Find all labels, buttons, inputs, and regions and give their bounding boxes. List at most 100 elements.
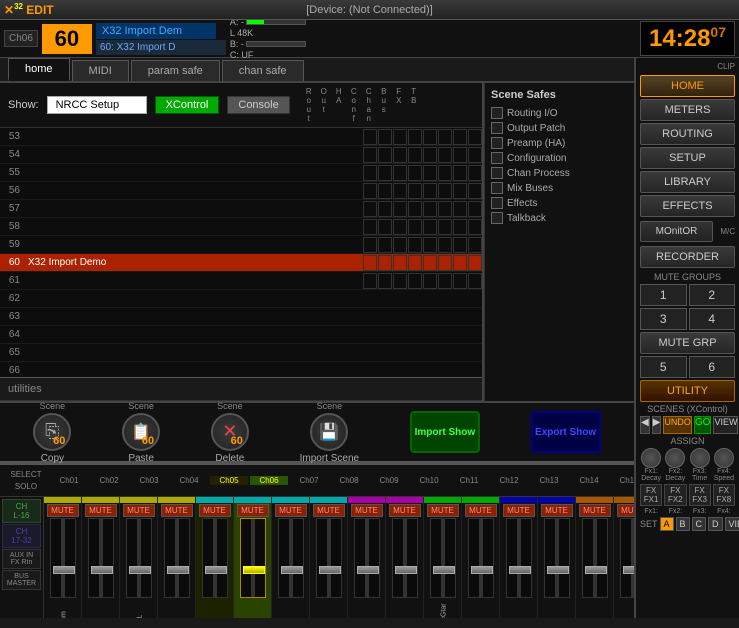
mute-15[interactable]: MUTE xyxy=(579,504,611,517)
mute-02[interactable]: MUTE xyxy=(85,504,117,517)
scenes-next[interactable]: ▶ xyxy=(652,416,662,434)
fader-12[interactable] xyxy=(468,518,494,598)
mute-06[interactable]: MUTE xyxy=(237,504,269,517)
library-button[interactable]: LIBRARY xyxy=(640,171,735,193)
set-btn-view[interactable]: VIEW xyxy=(725,517,739,531)
monitor-button[interactable]: MOnitOR xyxy=(640,221,713,242)
mute-grp-6[interactable]: 6 xyxy=(689,356,736,378)
aux-in-fx-button[interactable]: AUX INFX Rtn xyxy=(2,549,41,569)
mute-grp-1[interactable]: 1 xyxy=(640,284,687,306)
mute-grp-4[interactable]: 4 xyxy=(689,308,736,330)
fx-knob-4-knob[interactable] xyxy=(714,448,734,468)
mute-04[interactable]: MUTE xyxy=(161,504,193,517)
bus-master-button[interactable]: BUSMASTER xyxy=(2,570,41,590)
recorder-button[interactable]: RECORDER xyxy=(640,246,735,268)
safe-checkbox-chan-process[interactable] xyxy=(491,167,503,179)
export-show-button[interactable]: Export Show xyxy=(531,411,601,453)
mute-11[interactable]: MUTE xyxy=(427,504,459,517)
scene-row[interactable]: 64 xyxy=(0,326,482,344)
mute-grp-button[interactable]: MUTE GRP xyxy=(640,332,735,354)
scene-row[interactable]: 62 xyxy=(0,290,482,308)
fx-btn-1[interactable]: FX FX1 xyxy=(640,484,662,506)
fader-10[interactable] xyxy=(392,518,418,598)
scene-row[interactable]: 55 xyxy=(0,164,482,182)
scene-row[interactable]: 63 xyxy=(0,308,482,326)
scene-row[interactable]: 54 xyxy=(0,146,482,164)
safe-checkbox-preamp[interactable] xyxy=(491,137,503,149)
mute-14[interactable]: MUTE xyxy=(541,504,573,517)
mute-13[interactable]: MUTE xyxy=(503,504,535,517)
scene-row[interactable]: 56 xyxy=(0,182,482,200)
ch-1-16-button[interactable]: CHL-16 xyxy=(2,499,41,523)
safe-checkbox-routing-io[interactable] xyxy=(491,107,503,119)
mute-12[interactable]: MUTE xyxy=(465,504,497,517)
mute-09[interactable]: MUTE xyxy=(351,504,383,517)
mute-08[interactable]: MUTE xyxy=(313,504,345,517)
mute-05[interactable]: MUTE xyxy=(199,504,231,517)
fader-01[interactable] xyxy=(50,518,76,598)
fx-btn-2[interactable]: FX FX2 xyxy=(664,484,686,506)
scene-row[interactable]: 53 xyxy=(0,128,482,146)
fader-06[interactable] xyxy=(240,518,266,598)
show-name[interactable]: NRCC Setup xyxy=(47,96,147,114)
xcontrol-button[interactable]: XControl xyxy=(155,96,220,114)
fader-13[interactable] xyxy=(506,518,532,598)
ch-17-32-button[interactable]: CH17-32 xyxy=(2,524,41,548)
import-scene-button[interactable]: 💾 xyxy=(310,413,348,451)
fx-btn-3[interactable]: FX FX3 xyxy=(689,484,711,506)
fx-knob-2-knob[interactable] xyxy=(665,448,685,468)
fader-16[interactable] xyxy=(620,518,635,598)
import-show-button[interactable]: Import Show xyxy=(410,411,480,453)
fx-btn-4[interactable]: FX FX8 xyxy=(713,484,735,506)
mute-grp-5[interactable]: 5 xyxy=(640,356,687,378)
scene-row[interactable]: 61 xyxy=(0,272,482,290)
fader-03[interactable] xyxy=(126,518,152,598)
scenes-prev[interactable]: ◀ xyxy=(640,416,650,434)
go-button[interactable]: GO xyxy=(694,416,712,434)
tab-home[interactable]: home xyxy=(8,58,70,81)
routing-button[interactable]: ROUTING xyxy=(640,123,735,145)
safe-checkbox-mix-buses[interactable] xyxy=(491,182,503,194)
paste-button[interactable]: 📋 60 xyxy=(122,413,160,451)
scene-row[interactable]: 66 xyxy=(0,362,482,377)
set-btn-a[interactable]: A xyxy=(660,517,674,531)
mute-grp-3[interactable]: 3 xyxy=(640,308,687,330)
fader-14[interactable] xyxy=(544,518,570,598)
meters-button[interactable]: METERS xyxy=(640,99,735,121)
view-button[interactable]: VIEW xyxy=(713,416,738,434)
setup-button[interactable]: SETUP xyxy=(640,147,735,169)
utility-button[interactable]: UTILITY xyxy=(640,380,735,402)
undo-button[interactable]: UNDO xyxy=(663,416,692,434)
scene-row[interactable]: 58 xyxy=(0,218,482,236)
mute-grp-2[interactable]: 2 xyxy=(689,284,736,306)
fx-knob-1-knob[interactable] xyxy=(641,448,661,468)
copy-button[interactable]: ⎘ 60 xyxy=(33,413,71,451)
tab-midi[interactable]: MIDI xyxy=(72,60,129,81)
mute-07[interactable]: MUTE xyxy=(275,504,307,517)
safe-checkbox-effects[interactable] xyxy=(491,197,503,209)
fader-05[interactable] xyxy=(202,518,228,598)
scene-row[interactable]: 57 xyxy=(0,200,482,218)
fader-15[interactable] xyxy=(582,518,608,598)
scene-row[interactable]: 59 xyxy=(0,236,482,254)
fader-08[interactable] xyxy=(316,518,342,598)
fx-knob-3-knob[interactable] xyxy=(690,448,710,468)
fader-07[interactable] xyxy=(278,518,304,598)
set-btn-d[interactable]: D xyxy=(708,517,723,531)
fader-04[interactable] xyxy=(164,518,190,598)
safe-checkbox-output-patch[interactable] xyxy=(491,122,503,134)
fader-02[interactable] xyxy=(88,518,114,598)
scene-row-active[interactable]: 60 X32 Import Demo xyxy=(0,254,482,272)
effects-button[interactable]: EFFECTS xyxy=(640,195,735,217)
scene-row[interactable]: 65 xyxy=(0,344,482,362)
safe-checkbox-configuration[interactable] xyxy=(491,152,503,164)
home-button[interactable]: HOME xyxy=(640,75,735,97)
set-btn-c[interactable]: C xyxy=(692,517,707,531)
mute-10[interactable]: MUTE xyxy=(389,504,421,517)
mute-16[interactable]: MUTE xyxy=(617,504,635,517)
delete-button[interactable]: ✕ 60 xyxy=(211,413,249,451)
mute-03[interactable]: MUTE xyxy=(123,504,155,517)
tab-chan-safe[interactable]: chan safe xyxy=(222,60,304,81)
fader-11[interactable] xyxy=(430,518,456,598)
mute-01[interactable]: MUTE xyxy=(47,504,79,517)
